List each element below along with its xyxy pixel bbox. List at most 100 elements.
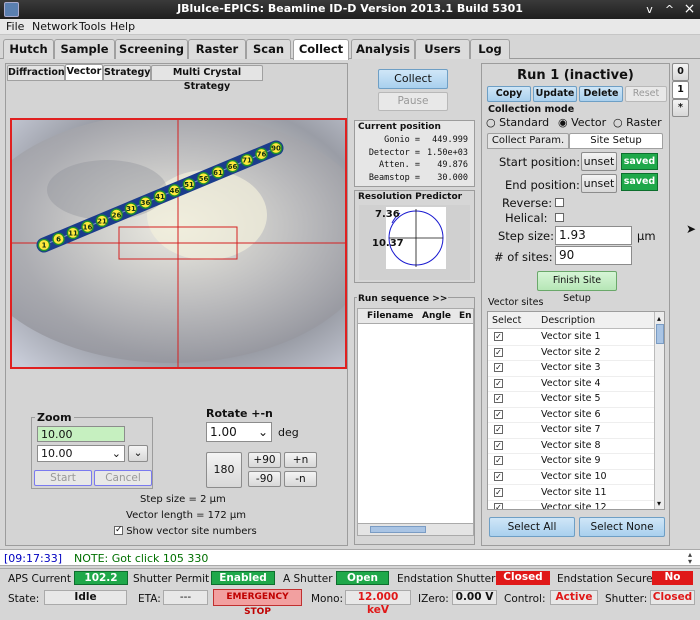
select-all-button[interactable]: Select All: [489, 517, 575, 537]
run-tab-new[interactable]: *: [672, 99, 689, 117]
maximize-button[interactable]: ^: [662, 2, 677, 17]
subtab-strategy[interactable]: Strategy: [103, 65, 151, 81]
zoom-value-field[interactable]: 10.00: [37, 426, 125, 442]
col-filename[interactable]: Filename: [367, 311, 413, 321]
select-none-button[interactable]: Select None: [579, 517, 665, 537]
run-tab-1[interactable]: 1: [672, 81, 689, 99]
rotate-minusn-button[interactable]: -n: [284, 471, 317, 487]
num-sites-input[interactable]: 90: [555, 246, 632, 265]
vector-site-row[interactable]: ✓ Vector site 4: [488, 377, 654, 393]
pause-button[interactable]: Pause: [378, 92, 448, 111]
tab-sample[interactable]: Sample: [54, 39, 115, 59]
vector-site-row[interactable]: ✓ Vector site 3: [488, 361, 654, 377]
run-sequence-title[interactable]: Run sequence >>: [357, 294, 449, 304]
menu-file[interactable]: File: [6, 20, 24, 33]
tab-analysis[interactable]: Analysis: [351, 39, 415, 59]
checkbox-checked-icon[interactable]: ✓: [494, 409, 503, 419]
mode-vector[interactable]: ◉ Vector: [558, 116, 606, 129]
vector-sites-table[interactable]: Select Description ✓ Vector site 1 ✓ Vector…: [487, 311, 665, 510]
helical-checkbox[interactable]: [555, 213, 564, 222]
run-sequence-table[interactable]: Filename Angle En: [357, 308, 474, 536]
rotate-minus90-button[interactable]: -90: [248, 471, 281, 487]
checkbox-checked-icon[interactable]: ✓: [494, 394, 503, 404]
start-position-unset-button[interactable]: unset: [581, 152, 617, 171]
rotate-plusn-button[interactable]: +n: [284, 452, 317, 468]
subtab-diffraction[interactable]: Diffraction: [7, 65, 65, 81]
delete-run-button[interactable]: Delete: [579, 86, 623, 102]
col-select[interactable]: Select: [492, 315, 521, 326]
vector-site-row[interactable]: ✓ Vector site 2: [488, 346, 654, 362]
checkbox-checked-icon[interactable]: ✓: [494, 471, 503, 481]
copy-run-button[interactable]: Copy: [487, 86, 531, 102]
col-energy[interactable]: En: [459, 311, 472, 321]
step-size-input[interactable]: 1.93: [555, 226, 632, 245]
checkbox-checked-icon[interactable]: ✓: [494, 363, 503, 373]
hscroll-thumb[interactable]: [370, 526, 426, 533]
vector-site-row[interactable]: ✓ Vector site 11: [488, 486, 654, 501]
mode-standard-label: Standard: [499, 116, 550, 129]
collect-button[interactable]: Collect: [378, 69, 448, 89]
run-sequence-hscroll[interactable]: [358, 523, 473, 535]
vector-site-row[interactable]: ✓ Vector site 7: [488, 423, 654, 439]
scroll-up-icon[interactable]: ▴: [657, 314, 661, 323]
checkbox-checked-icon[interactable]: ✓: [494, 440, 503, 450]
col-description[interactable]: Description: [541, 315, 595, 326]
log-console[interactable]: [09:17:33] NOTE: Got click 105 330 ▴ ▾: [0, 549, 700, 566]
tab-scan[interactable]: Scan: [246, 39, 291, 59]
reset-run-button[interactable]: Reset: [625, 86, 667, 102]
video-canvas[interactable]: 16111621263136414651566166717690: [12, 120, 345, 367]
rotate-180-button[interactable]: 180: [206, 452, 242, 488]
emergency-stop-button[interactable]: EMERGENCY STOP: [213, 589, 302, 617]
tab-collect[interactable]: Collect: [293, 39, 349, 60]
vector-site-row[interactable]: ✓ Vector site 5: [488, 392, 654, 408]
menu-network[interactable]: Network: [32, 20, 78, 33]
rotate-value-field[interactable]: 1.00 ⌄: [206, 422, 272, 442]
menu-tools[interactable]: Tools: [79, 20, 106, 33]
scroll-down-icon[interactable]: ▾: [657, 499, 661, 508]
minimize-button[interactable]: v: [642, 2, 657, 17]
mode-raster[interactable]: ○ Raster: [613, 116, 662, 129]
show-vector-numbers-option[interactable]: ✓ Show vector site numbers: [114, 525, 257, 537]
zoom-select[interactable]: 10.00 ⌄: [37, 445, 125, 462]
tab-screening[interactable]: Screening: [115, 39, 188, 59]
checkbox-checked-icon[interactable]: ✓: [494, 503, 503, 509]
checkbox-checked-icon[interactable]: ✓: [494, 456, 503, 466]
zoom-dropdown-button[interactable]: ⌄: [128, 445, 148, 462]
subtab-multi-crystal-strategy[interactable]: Multi Crystal Strategy: [151, 65, 263, 92]
checkbox-checked-icon[interactable]: ✓: [494, 378, 503, 388]
vector-site-row[interactable]: ✓ Vector site 9: [488, 454, 654, 470]
sample-video[interactable]: 1 6 11 16 21 26 31 36 41 46 51 56 61 66 71 76 90: [10, 118, 347, 369]
checkbox-checked-icon[interactable]: ✓: [494, 347, 503, 357]
vector-site-row[interactable]: ✓ Vector site 12: [488, 501, 654, 509]
tab-raster[interactable]: Raster: [188, 39, 246, 59]
mode-standard[interactable]: ○ Standard: [486, 116, 549, 129]
menu-help[interactable]: Help: [110, 20, 135, 33]
reverse-checkbox[interactable]: [555, 198, 564, 207]
rotate-plus90-button[interactable]: +90: [248, 452, 281, 468]
close-button[interactable]: ×: [682, 2, 697, 17]
vector-sites-vscroll[interactable]: ▴ ▾: [654, 312, 664, 509]
checkbox-checked-icon[interactable]: ✓: [494, 425, 503, 435]
vector-site-row[interactable]: ✓ Vector site 10: [488, 470, 654, 486]
tab-hutch[interactable]: Hutch: [3, 39, 54, 59]
tab-collect-params[interactable]: Collect Param.: [487, 133, 569, 149]
update-run-button[interactable]: Update: [533, 86, 577, 102]
vector-site-row[interactable]: ✓ Vector site 1: [488, 330, 654, 346]
checkbox-checked-icon[interactable]: ✓: [494, 332, 503, 341]
zoom-start-button[interactable]: Start: [34, 470, 92, 486]
finish-site-setup-button[interactable]: Finish Site Setup: [537, 271, 617, 304]
vscroll-thumb[interactable]: [656, 324, 664, 344]
checkbox-checked-icon[interactable]: ✓: [494, 487, 503, 497]
zoom-cancel-button[interactable]: Cancel: [94, 470, 152, 486]
col-angle[interactable]: Angle: [422, 311, 451, 321]
tab-users[interactable]: Users: [415, 39, 470, 59]
subtab-vector[interactable]: Vector: [65, 64, 103, 81]
vector-site-row[interactable]: ✓ Vector site 8: [488, 439, 654, 455]
tab-log[interactable]: Log: [470, 39, 510, 59]
tab-site-setup[interactable]: Site Setup: [569, 133, 663, 149]
log-scroll-icon[interactable]: ▴ ▾: [688, 551, 698, 566]
vector-site-row[interactable]: ✓ Vector site 6: [488, 408, 654, 424]
run-tab-0[interactable]: 0: [672, 63, 689, 81]
end-position-unset-button[interactable]: unset: [581, 174, 617, 193]
show-vector-numbers-checkbox[interactable]: ✓: [114, 525, 123, 535]
